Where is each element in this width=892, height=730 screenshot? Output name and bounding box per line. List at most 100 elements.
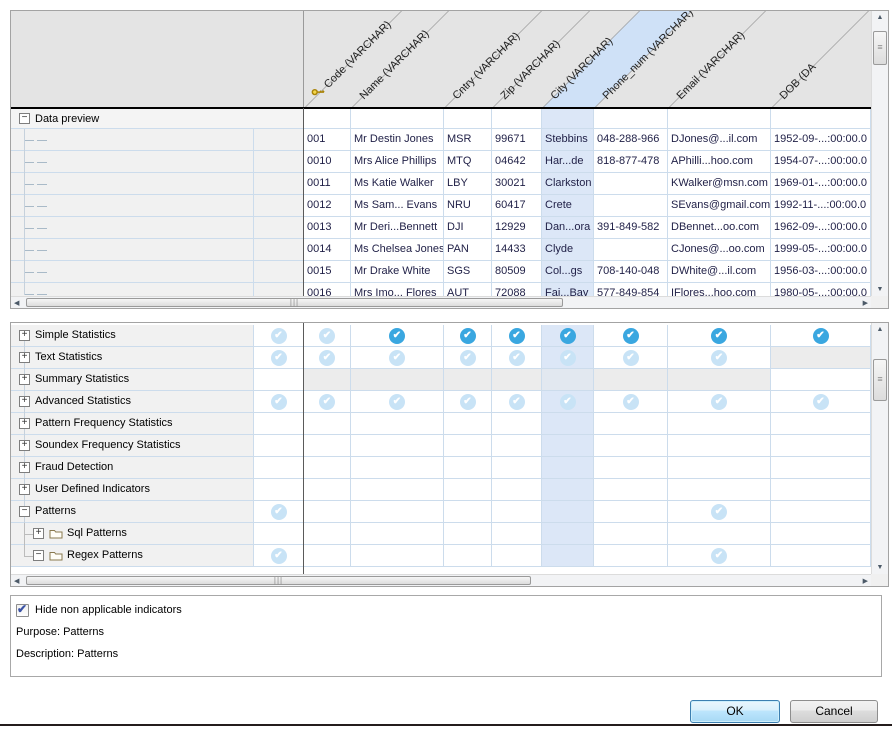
indicator-cell-row-indicator[interactable] — [254, 413, 304, 434]
scroll-down-icon[interactable]: ▼ — [872, 286, 888, 293]
indicator-cell-email[interactable] — [668, 369, 771, 390]
indicator-cell-code[interactable] — [304, 369, 351, 390]
vertical-scroll-thumb[interactable]: ≡ — [873, 359, 887, 401]
indicator-cell-row-indicator[interactable]: ✔ — [254, 347, 304, 368]
indicator-cell-row-indicator[interactable] — [254, 457, 304, 478]
indicator-cell-phone_num[interactable]: ✔ — [594, 347, 668, 368]
indicator-cell-city[interactable] — [542, 413, 594, 434]
data-preview-horizontal-scrollbar[interactable]: ◀ ||| ▶ — [11, 296, 871, 308]
indicator-cell-zip[interactable] — [492, 479, 542, 500]
indicator-cell-dob[interactable] — [771, 347, 871, 368]
check-applicable-icon[interactable]: ✔ — [711, 394, 727, 410]
indicator-cell-dob[interactable]: ✔ — [771, 325, 871, 346]
indicator-cell-cntry[interactable]: ✔ — [444, 391, 492, 412]
indicator-cell-zip[interactable] — [492, 413, 542, 434]
indicator-cell-phone_num[interactable] — [594, 523, 668, 544]
indicator-cell-cntry[interactable]: ✔ — [444, 347, 492, 368]
check-applicable-icon[interactable]: ✔ — [623, 350, 639, 366]
indicator-cell-phone_num[interactable] — [594, 413, 668, 434]
indicator-cell-name[interactable] — [351, 479, 444, 500]
indicator-cell-row-indicator[interactable] — [254, 523, 304, 544]
indicator-cell-name[interactable] — [351, 457, 444, 478]
indicator-cell-city[interactable]: ✔ — [542, 391, 594, 412]
indicator-cell-row-indicator[interactable]: ✔ — [254, 325, 304, 346]
indicator-cell-phone_num[interactable] — [594, 479, 668, 500]
indicator-cell-name[interactable]: ✔ — [351, 347, 444, 368]
indicator-expander[interactable]: − — [33, 550, 44, 561]
indicator-cell-phone_num[interactable]: ✔ — [594, 325, 668, 346]
indicator-cell-code[interactable]: ✔ — [304, 325, 351, 346]
indicator-cell-email[interactable]: ✔ — [668, 391, 771, 412]
hide-non-applicable-checkbox[interactable]: ✔ — [16, 604, 29, 617]
indicator-cell-code[interactable] — [304, 413, 351, 434]
indicator-cell-row-indicator[interactable]: ✔ — [254, 501, 304, 522]
check-applicable-icon[interactable]: ✔ — [509, 350, 525, 366]
indicator-cell-zip[interactable] — [492, 545, 542, 566]
indicator-cell-zip[interactable]: ✔ — [492, 325, 542, 346]
indicator-cell-phone_num[interactable] — [594, 545, 668, 566]
check-applicable-icon[interactable]: ✔ — [623, 394, 639, 410]
check-applicable-icon[interactable]: ✔ — [271, 504, 287, 520]
indicator-cell-zip[interactable] — [492, 501, 542, 522]
indicator-expander[interactable]: + — [19, 352, 30, 363]
indicator-cell-email[interactable] — [668, 523, 771, 544]
indicator-expander[interactable]: + — [19, 462, 30, 473]
horizontal-scroll-thumb[interactable]: ||| — [26, 576, 531, 585]
check-applicable-icon[interactable]: ✔ — [389, 350, 405, 366]
check-applicable-icon[interactable]: ✔ — [711, 548, 727, 564]
check-applicable-icon[interactable]: ✔ — [319, 350, 335, 366]
check-selected-icon[interactable]: ✔ — [623, 328, 639, 344]
indicator-cell-cntry[interactable] — [444, 369, 492, 390]
indicator-cell-cntry[interactable]: ✔ — [444, 325, 492, 346]
indicator-expander[interactable]: + — [19, 484, 30, 495]
indicator-cell-cntry[interactable] — [444, 479, 492, 500]
check-applicable-icon[interactable]: ✔ — [319, 394, 335, 410]
indicator-cell-row-indicator[interactable]: ✔ — [254, 545, 304, 566]
indicator-cell-dob[interactable] — [771, 413, 871, 434]
indicator-cell-zip[interactable]: ✔ — [492, 347, 542, 368]
check-applicable-icon[interactable]: ✔ — [271, 394, 287, 410]
indicator-cell-cntry[interactable] — [444, 501, 492, 522]
check-applicable-icon[interactable]: ✔ — [271, 328, 287, 344]
check-applicable-icon[interactable]: ✔ — [460, 394, 476, 410]
scroll-left-icon[interactable]: ◀ — [14, 577, 19, 585]
scroll-up-icon[interactable]: ▲ — [872, 326, 888, 333]
scroll-up-icon[interactable]: ▲ — [872, 14, 888, 21]
check-applicable-icon[interactable]: ✔ — [509, 394, 525, 410]
indicator-cell-dob[interactable] — [771, 545, 871, 566]
indicator-cell-city[interactable] — [542, 523, 594, 544]
indicator-cell-name[interactable]: ✔ — [351, 325, 444, 346]
ok-button[interactable]: OK — [690, 700, 780, 723]
indicator-cell-zip[interactable] — [492, 435, 542, 456]
indicator-cell-code[interactable]: ✔ — [304, 391, 351, 412]
indicator-expander[interactable]: + — [19, 440, 30, 451]
indicator-cell-city[interactable] — [542, 501, 594, 522]
data-preview-vertical-scrollbar[interactable]: ▲ ≡ ▼ — [871, 11, 888, 296]
indicator-cell-name[interactable] — [351, 369, 444, 390]
indicator-expander[interactable]: + — [19, 396, 30, 407]
check-applicable-icon[interactable]: ✔ — [711, 504, 727, 520]
indicator-cell-dob[interactable] — [771, 523, 871, 544]
indicator-cell-email[interactable] — [668, 479, 771, 500]
data-preview-expander[interactable]: − — [19, 113, 30, 124]
indicator-cell-city[interactable] — [542, 545, 594, 566]
indicator-cell-email[interactable]: ✔ — [668, 325, 771, 346]
indicator-cell-row-indicator[interactable] — [254, 479, 304, 500]
indicator-cell-dob[interactable] — [771, 457, 871, 478]
indicator-cell-row-indicator[interactable] — [254, 369, 304, 390]
check-selected-icon[interactable]: ✔ — [509, 328, 525, 344]
indicator-cell-dob[interactable] — [771, 369, 871, 390]
check-applicable-icon[interactable]: ✔ — [560, 394, 576, 410]
indicator-cell-name[interactable] — [351, 435, 444, 456]
indicator-cell-dob[interactable] — [771, 479, 871, 500]
indicator-expander[interactable]: − — [19, 506, 30, 517]
indicator-cell-code[interactable] — [304, 457, 351, 478]
indicator-cell-city[interactable] — [542, 457, 594, 478]
check-applicable-icon[interactable]: ✔ — [271, 548, 287, 564]
indicator-expander[interactable]: + — [19, 418, 30, 429]
indicator-cell-code[interactable] — [304, 479, 351, 500]
indicator-cell-row-indicator[interactable] — [254, 435, 304, 456]
indicator-cell-row-indicator[interactable]: ✔ — [254, 391, 304, 412]
indicator-cell-phone_num[interactable] — [594, 435, 668, 456]
check-applicable-icon[interactable]: ✔ — [271, 350, 287, 366]
